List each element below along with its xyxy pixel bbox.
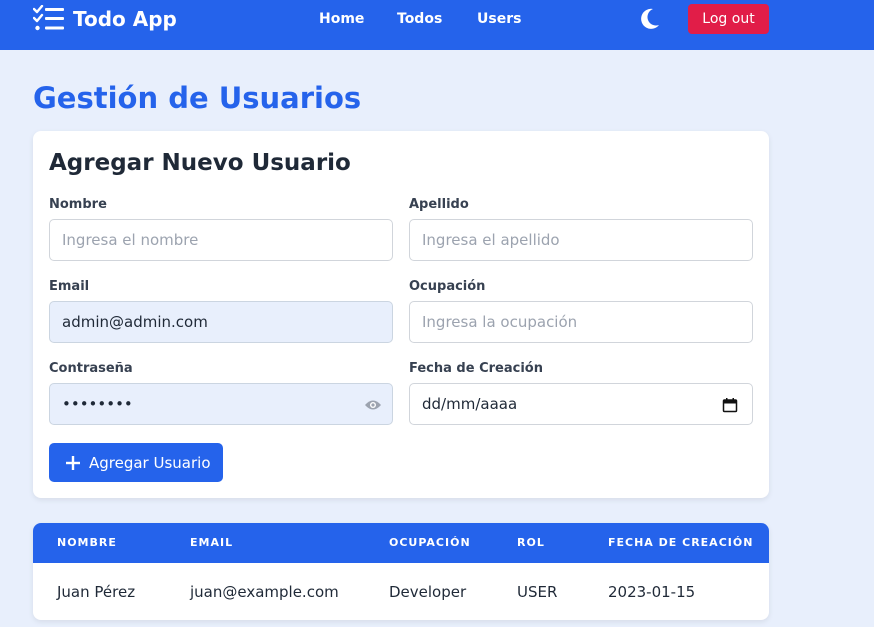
form-title: Agregar Nuevo Usuario xyxy=(49,150,351,176)
add-user-button-label: Agregar Usuario xyxy=(89,454,211,472)
checklist-icon xyxy=(33,5,64,31)
plus-icon xyxy=(66,456,80,470)
fecha-input[interactable] xyxy=(409,383,753,425)
column-header-rol: ROL xyxy=(517,536,545,549)
logout-button[interactable]: Log out xyxy=(688,4,769,34)
nombre-label: Nombre xyxy=(49,197,107,212)
add-user-button[interactable]: Agregar Usuario xyxy=(49,443,223,482)
cell-ocupacion: Developer xyxy=(389,583,467,601)
add-user-form: Agregar Nuevo Usuario Nombre Apellido Em… xyxy=(33,131,769,498)
nav-home[interactable]: Home xyxy=(319,10,364,28)
cell-nombre: Juan Pérez xyxy=(57,583,136,601)
password-input[interactable] xyxy=(49,383,393,425)
nav-todos[interactable]: Todos xyxy=(397,10,442,28)
column-header-fecha: FECHA DE CREACIÓN xyxy=(608,536,754,549)
users-table: NOMBRE EMAIL OCUPACIÓN ROL FECHA DE CREA… xyxy=(33,523,769,620)
apellido-label: Apellido xyxy=(409,197,469,212)
column-header-ocupacion: OCUPACIÓN xyxy=(389,536,471,549)
page-title: Gestión de Usuarios xyxy=(33,81,362,115)
eye-icon[interactable] xyxy=(364,398,382,412)
column-header-email: EMAIL xyxy=(190,536,234,549)
password-label: Contraseña xyxy=(49,361,133,376)
cell-rol: USER xyxy=(517,583,558,601)
apellido-input[interactable] xyxy=(409,219,753,261)
table-header: NOMBRE EMAIL OCUPACIÓN ROL FECHA DE CREA… xyxy=(33,523,769,563)
fecha-label: Fecha de Creación xyxy=(409,361,543,376)
app-title[interactable]: Todo App xyxy=(73,6,177,32)
cell-fecha: 2023-01-15 xyxy=(608,583,696,601)
top-navbar: Todo App Home Todos Users Log out xyxy=(0,0,874,50)
email-label: Email xyxy=(49,279,90,294)
moon-icon[interactable] xyxy=(640,8,660,30)
email-input[interactable] xyxy=(49,301,393,343)
column-header-nombre: NOMBRE xyxy=(57,536,117,549)
ocupacion-input[interactable] xyxy=(409,301,753,343)
cell-email: juan@example.com xyxy=(190,583,339,601)
calendar-icon[interactable] xyxy=(722,397,738,413)
ocupacion-label: Ocupación xyxy=(409,279,486,294)
nombre-input[interactable] xyxy=(49,219,393,261)
nav-users[interactable]: Users xyxy=(477,10,521,28)
